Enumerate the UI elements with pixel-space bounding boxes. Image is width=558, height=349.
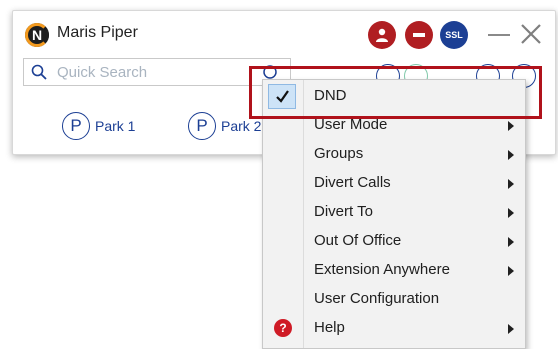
menu-item-extension-anywhere[interactable]: Extension Anywhere xyxy=(263,256,525,285)
menu-item-label: Help xyxy=(314,319,345,336)
menu-item-label: Groups xyxy=(314,145,364,162)
ssl-indicator[interactable]: SSL xyxy=(440,21,468,49)
menu-item-user-configuration[interactable]: User Configuration xyxy=(263,285,525,314)
menu-item-divert-to[interactable]: Divert To xyxy=(263,198,525,227)
annotation-highlight-box xyxy=(249,66,542,119)
close-button[interactable] xyxy=(519,22,543,46)
menu-item-label: Out Of Office xyxy=(314,232,402,249)
search-icon xyxy=(31,64,47,80)
app-logo: N xyxy=(25,23,49,47)
park-label: Park 2 xyxy=(221,118,262,134)
submenu-arrow-icon xyxy=(508,266,514,276)
user-name: Maris Piper xyxy=(57,24,138,41)
dnd-status-button[interactable] xyxy=(405,21,433,49)
park-icon: P xyxy=(188,112,216,140)
menu-item-label: Divert Calls xyxy=(314,174,391,191)
search-placeholder: Quick Search xyxy=(57,64,148,81)
submenu-arrow-icon xyxy=(508,150,514,160)
menu-item-out-of-office[interactable]: Out Of Office xyxy=(263,227,525,256)
submenu-arrow-icon xyxy=(508,237,514,247)
logo-letter: N xyxy=(31,27,43,43)
menu-item-groups[interactable]: Groups xyxy=(263,140,525,169)
presence-status-button[interactable] xyxy=(368,21,396,49)
menu-item-help[interactable]: ? Help xyxy=(263,314,525,343)
menu-item-label: User Configuration xyxy=(314,290,440,307)
park-icon: P xyxy=(62,112,90,140)
no-entry-icon xyxy=(413,33,425,37)
user-icon xyxy=(376,28,388,42)
park-label: Park 1 xyxy=(95,118,136,134)
minimize-button[interactable] xyxy=(488,34,510,36)
submenu-arrow-icon xyxy=(508,208,514,218)
submenu-arrow-icon xyxy=(508,179,514,189)
menu-item-divert-calls[interactable]: Divert Calls xyxy=(263,169,525,198)
submenu-arrow-icon xyxy=(508,121,514,131)
menu-item-label: Divert To xyxy=(314,203,373,220)
help-icon: ? xyxy=(274,319,292,337)
settings-menu: DND User Mode Groups Divert Calls Divert… xyxy=(262,79,526,349)
ssl-label: SSL xyxy=(445,30,463,40)
submenu-arrow-icon xyxy=(508,324,514,334)
park-1-button[interactable]: P Park 1 xyxy=(62,111,135,141)
menu-item-label: Extension Anywhere xyxy=(314,261,450,278)
